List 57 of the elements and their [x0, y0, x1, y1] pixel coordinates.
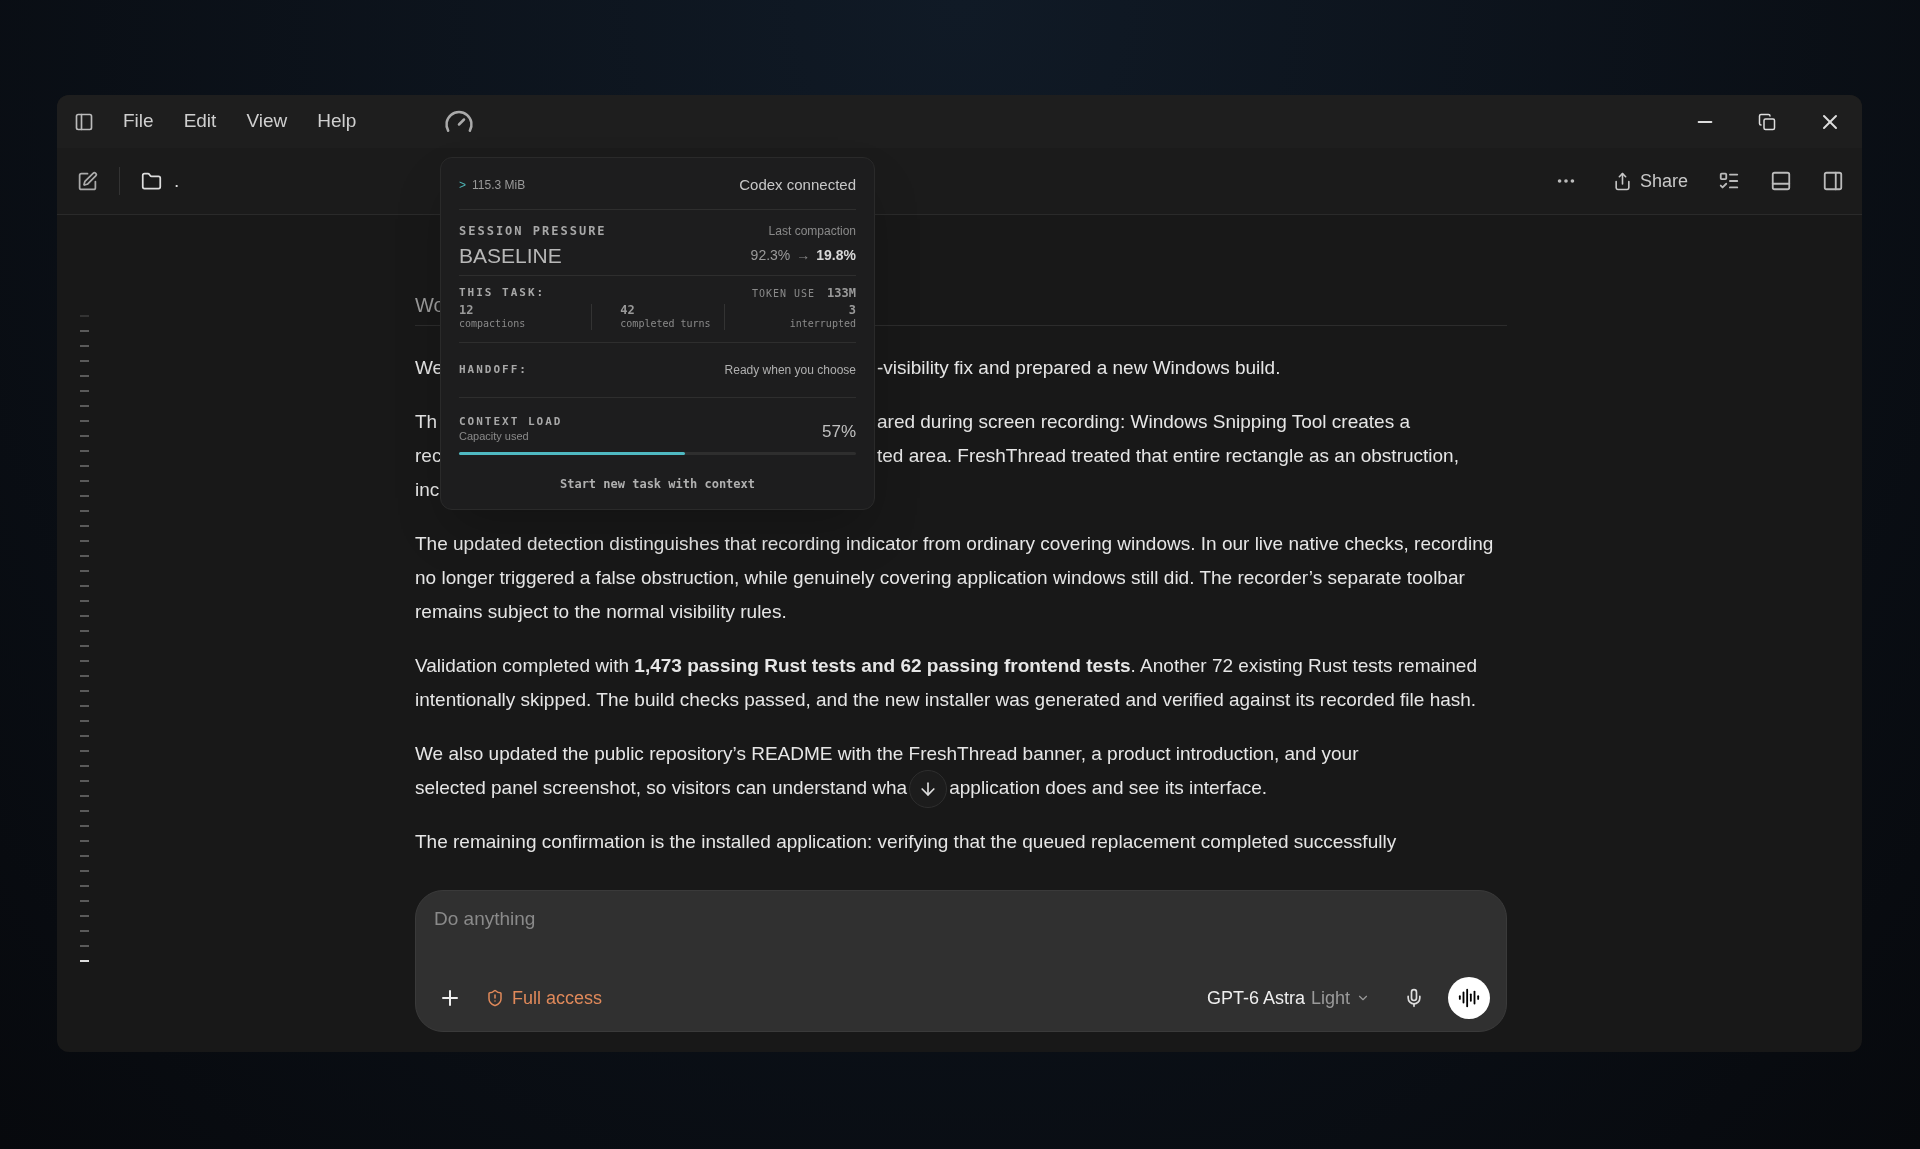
- compaction-from: 92.3%: [750, 245, 791, 265]
- share-button[interactable]: Share: [1612, 167, 1688, 195]
- stat-value: 12: [459, 304, 475, 317]
- paragraph-line: -visibility fix and prepared a new Windows build.: [877, 356, 1281, 380]
- pressure-value: BASELINE: [459, 242, 562, 269]
- prompt-glyph: >: [459, 177, 466, 195]
- compaction-label: Last compaction: [768, 222, 856, 240]
- section-label: CONTEXT LOAD: [459, 414, 563, 429]
- menu-item[interactable]: Edit: [183, 107, 217, 136]
- folder-icon[interactable]: [141, 170, 162, 192]
- section-label: HANDOFF:: [459, 361, 528, 378]
- arrow-glyph: →: [796, 245, 811, 265]
- folder-label[interactable]: .: [174, 166, 180, 196]
- stat-value: 42: [620, 304, 636, 317]
- section-label: THIS TASK:: [459, 284, 546, 301]
- handoff-status: Ready when you choose: [724, 362, 856, 379]
- compaction-to: 19.8%: [816, 245, 856, 265]
- stat-label: compactions: [459, 317, 527, 330]
- paragraph-line: application does and see its interface.: [949, 777, 1268, 798]
- restore-icon[interactable]: [1758, 112, 1776, 131]
- audio-lines-icon: [1458, 987, 1480, 1009]
- section-label: SESSION PRESSURE: [459, 222, 607, 240]
- paragraph-line: We also updated the public repository’s README with the FreshThread banner, a product introduction, and your: [415, 742, 1360, 766]
- paragraph-line: ted area. FreshThread treated that entire rectangle as an obstruction,: [877, 444, 1459, 468]
- capacity-value: 57%: [821, 420, 856, 443]
- menu-item[interactable]: File: [123, 107, 154, 136]
- model-selector[interactable]: GPT-6 Astra Light: [1206, 984, 1370, 1012]
- token-value: 133M: [827, 285, 856, 302]
- share-icon: [1612, 171, 1632, 191]
- stat-label: completed turns: [620, 317, 712, 330]
- stat-label: interrupted: [789, 317, 856, 330]
- paragraph-line: ared during screen recording: Windows Snipping Tool creates a: [877, 410, 1410, 434]
- right-panel-icon[interactable]: [1822, 170, 1844, 192]
- paragraph-line: Th: [415, 411, 438, 432]
- compose-icon[interactable]: [77, 170, 98, 192]
- menu-item[interactable]: View: [246, 107, 288, 136]
- voice-button[interactable]: [1448, 977, 1490, 1019]
- menu-item[interactable]: Help: [317, 107, 357, 136]
- start-task-button[interactable]: Start new task with context: [551, 471, 764, 497]
- paragraph-line: selected panel screenshot, so visitors can understand wha: [415, 777, 908, 798]
- token-label: TOKEN USE: [751, 286, 816, 301]
- prompt-input[interactable]: Do anything: [432, 905, 1490, 934]
- memory-usage: 115.3 MiB: [472, 177, 526, 195]
- connection-status: Codex connected: [739, 175, 856, 195]
- shield-icon: [486, 989, 504, 1007]
- access-button[interactable]: Full access: [486, 984, 603, 1012]
- paragraph: Validation completed with 1,473 passing Rust tests and 62 passing frontend tests. Another 72 existing Rust tests remained intentionally skipped. The build checks passed, and the new installer was generated and verified against its recorded file hash.: [415, 654, 1478, 712]
- microphone-icon[interactable]: [1404, 988, 1424, 1008]
- capacity-label: Capacity used: [459, 429, 530, 444]
- paragraph-line: The remaining confirmation is the installed application: verifying that the queued replacement completed successfully: [415, 830, 1398, 854]
- sidebar-toggle-icon[interactable]: [74, 111, 94, 132]
- scroll-down-button[interactable]: [909, 770, 948, 808]
- bottom-panel-icon[interactable]: [1770, 170, 1792, 192]
- paragraph-line: inc: [415, 479, 440, 500]
- stat-value: 3: [848, 304, 856, 317]
- paragraph-line: rec: [415, 445, 442, 466]
- paragraph: The updated detection distinguishes that recording indicator from ordinary covering windows. In our live native checks, recording no longer triggered a false obstruction, while genuinely covering application windows still did. The recorder’s separate toolbar remains subject to the normal visibility rules.: [415, 532, 1495, 624]
